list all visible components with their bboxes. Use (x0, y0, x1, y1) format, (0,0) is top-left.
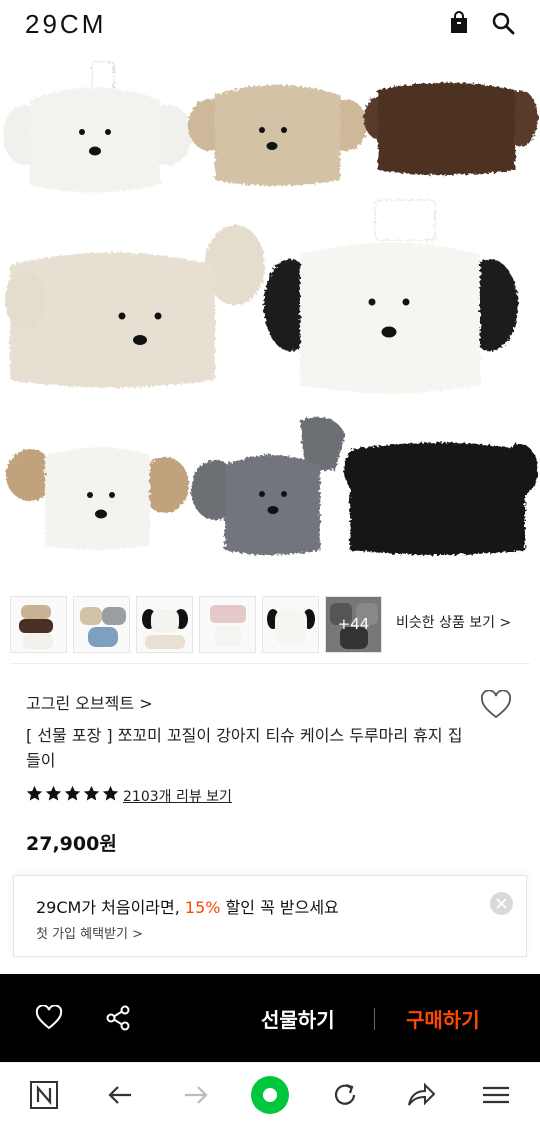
top-bar: 29CM (0, 0, 540, 46)
menu-icon[interactable] (480, 1079, 512, 1111)
naver-icon[interactable] (28, 1079, 60, 1111)
thumbnail-more[interactable]: +44 (325, 596, 382, 653)
share-icon[interactable] (104, 1004, 132, 1032)
product-main-image[interactable] (0, 50, 540, 590)
separator (374, 1008, 375, 1030)
star-icon (102, 785, 119, 801)
share-icon[interactable] (405, 1079, 437, 1111)
thumbnail-strip: +44 (10, 596, 382, 654)
similar-products-link[interactable]: 비슷한 상품 보기 > (396, 612, 511, 632)
divider (10, 663, 530, 664)
promo-text-before: 29CM가 처음이라면, (36, 898, 185, 917)
close-icon (496, 898, 507, 909)
star-icon (26, 785, 43, 801)
promo-discount: 15% (184, 898, 221, 917)
thumbnail-3[interactable] (136, 596, 193, 653)
review-link[interactable]: 2103개 리뷰 보기 (123, 786, 232, 806)
star-icon (64, 785, 81, 801)
thumbnail-4[interactable] (199, 596, 256, 653)
gift-button[interactable]: 선물하기 (261, 1004, 335, 1033)
signup-benefit-link[interactable]: 첫 가입 혜택받기 > (36, 923, 143, 942)
search-icon[interactable] (490, 10, 516, 36)
thumbnail-5[interactable] (262, 596, 319, 653)
heart-icon[interactable] (480, 690, 512, 720)
rating-stars (26, 785, 119, 802)
buy-button[interactable]: 구매하기 (406, 1004, 480, 1033)
star-icon (83, 785, 100, 801)
star-icon (45, 785, 62, 801)
shopping-bag-icon[interactable] (446, 10, 472, 36)
promo-text-after: 할인 꼭 받으세요 (220, 898, 339, 917)
home-icon[interactable] (250, 1075, 290, 1115)
brand-link[interactable]: 고그린 오브젝트 > (26, 690, 153, 714)
logo[interactable]: 29CM (25, 9, 106, 40)
promo-text: 29CM가 처음이라면, 15% 할인 꼭 받으세요 (36, 894, 339, 918)
refresh-icon[interactable] (329, 1079, 361, 1111)
action-bar: 선물하기 구매하기 (0, 974, 540, 1062)
thumbnail-2[interactable] (73, 596, 130, 653)
forward-arrow-icon[interactable] (180, 1079, 212, 1111)
price: 27,900원 (26, 833, 117, 855)
more-count: +44 (337, 615, 370, 633)
thumbnail-1[interactable] (10, 596, 67, 653)
close-button[interactable] (490, 892, 513, 915)
product-title: [ 선물 포장 ] 쪼꼬미 꼬질이 강아지 티슈 케이스 두루마리 휴지 집들이 (26, 726, 463, 770)
promo-banner: 29CM가 처음이라면, 15% 할인 꼭 받으세요 첫 가입 혜택받기 > (13, 875, 527, 957)
heart-icon[interactable] (35, 1005, 63, 1031)
browser-nav-bar (0, 1062, 540, 1127)
back-arrow-icon[interactable] (104, 1079, 136, 1111)
